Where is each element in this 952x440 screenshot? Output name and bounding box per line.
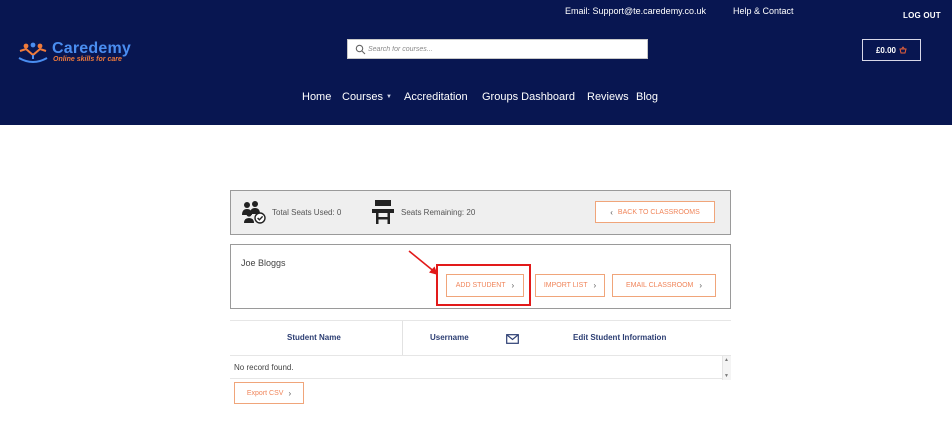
site-logo[interactable]: Caredemy Online skills for care xyxy=(16,40,146,66)
nav-item-courses[interactable]: Courses ▼ xyxy=(342,91,392,103)
group-users-icon xyxy=(242,201,266,224)
column-divider xyxy=(402,321,403,356)
nav-item-accreditation[interactable]: Accreditation xyxy=(404,91,468,103)
search-icon xyxy=(355,44,366,55)
export-csv-button[interactable]: Export CSV › xyxy=(234,382,304,404)
empty-table-message: No record found. xyxy=(234,363,294,372)
help-contact-link[interactable]: Help & Contact xyxy=(733,6,794,16)
nav-item-groups-dashboard[interactable]: Groups Dashboard xyxy=(482,91,575,103)
cart-total: £0.00 xyxy=(875,45,897,55)
basket-icon xyxy=(899,46,907,54)
classroom-name: Joe Bloggs xyxy=(241,258,286,268)
seats-remaining: Seats Remaining: 20 xyxy=(401,208,476,217)
table-scrollbar[interactable]: ▲ ▼ xyxy=(722,356,731,380)
nav-item-reviews[interactable]: Reviews xyxy=(587,91,629,103)
search-input[interactable] xyxy=(368,40,643,58)
export-area: Export CSV › xyxy=(230,379,731,411)
import-list-label: IMPORT LIST xyxy=(543,282,588,289)
scroll-up-icon[interactable]: ▲ xyxy=(724,357,729,363)
total-seats-used: Total Seats Used: 0 xyxy=(272,208,342,217)
seats-panel: Total Seats Used: 0 Seats Remaining: 20 … xyxy=(230,190,731,235)
column-student-name[interactable]: Student Name xyxy=(287,333,341,342)
brand-tagline: Online skills for care xyxy=(53,56,122,63)
nav-item-home[interactable]: Home xyxy=(302,91,331,103)
email-classroom-label: EMAIL CLASSROOM xyxy=(625,282,694,289)
nav-item-blog[interactable]: Blog xyxy=(636,91,658,103)
chevron-down-icon: ▼ xyxy=(385,94,392,100)
logo-people-icon xyxy=(18,42,48,63)
back-to-classrooms-button[interactable]: ‹ BACK TO CLASSROOMS xyxy=(595,201,715,223)
chevron-left-icon: ‹ xyxy=(610,207,613,217)
back-to-classrooms-label: BACK TO CLASSROOMS xyxy=(617,208,700,216)
chevron-right-icon: › xyxy=(288,388,292,398)
search-box[interactable] xyxy=(347,39,648,59)
main-nav: Home Courses ▼ Accreditation Groups Dashb… xyxy=(0,91,952,107)
desk-chair-icon xyxy=(372,200,394,224)
site-header: Email: Support@te.caredemy.co.uk Help & … xyxy=(0,0,952,125)
mail-icon[interactable] xyxy=(506,334,519,344)
add-student-highlight-box xyxy=(436,264,531,306)
nav-item-courses-label: Courses xyxy=(342,91,383,103)
import-list-button[interactable]: IMPORT LIST › xyxy=(535,274,605,297)
export-csv-label: Export CSV xyxy=(246,389,284,397)
students-table-body: No record found. ▲ ▼ xyxy=(230,355,731,380)
column-username[interactable]: Username xyxy=(430,333,469,342)
chevron-right-icon: › xyxy=(699,281,703,290)
classroom-panel: Joe Bloggs ADD STUDENT › IMPORT LIST › E… xyxy=(230,244,731,309)
support-email-link[interactable]: Email: Support@te.caredemy.co.uk xyxy=(565,6,706,16)
chevron-right-icon: › xyxy=(593,281,597,290)
logout-link[interactable]: LOG OUT xyxy=(903,11,941,20)
cart-button[interactable]: £0.00 xyxy=(862,39,921,61)
email-classroom-button[interactable]: EMAIL CLASSROOM › xyxy=(612,274,716,297)
annotation-arrow-icon xyxy=(408,250,438,275)
students-table-header: Student Name Username Edit Student Infor… xyxy=(230,320,731,356)
column-edit-student-information[interactable]: Edit Student Information xyxy=(573,333,666,342)
